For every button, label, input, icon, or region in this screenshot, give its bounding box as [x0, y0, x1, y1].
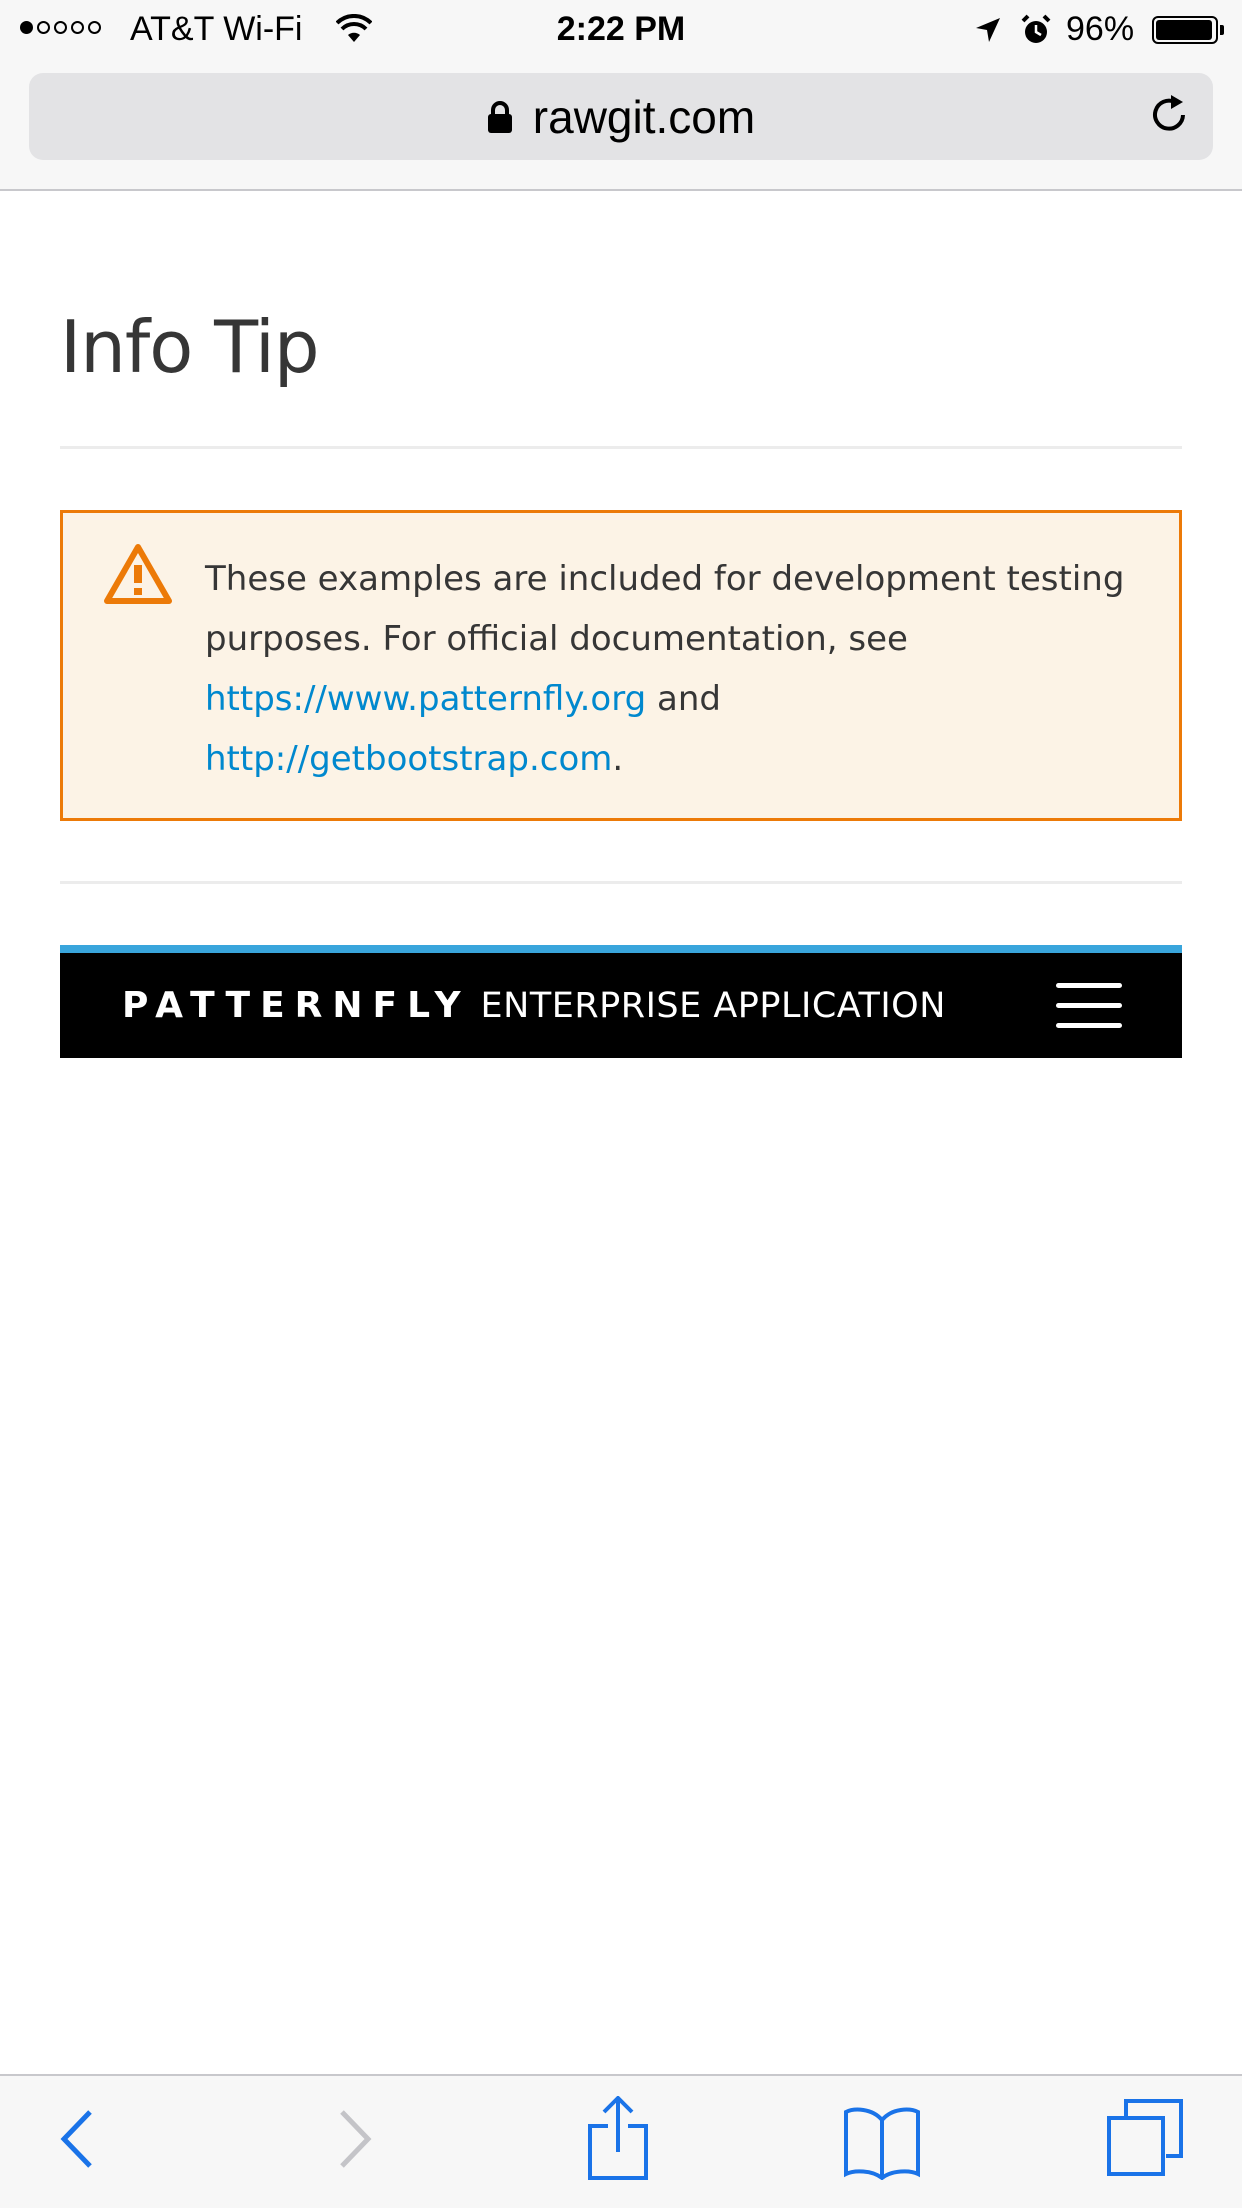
warning-alert: These examples are included for developm… — [60, 510, 1182, 821]
alert-text-after: . — [612, 739, 624, 779]
browser-chrome-top: AT&T Wi-Fi 2:22 PM 96% rawgit.com — [0, 0, 1242, 191]
tabs-button[interactable] — [1106, 2098, 1184, 2178]
brand-logo: PATTERNFLY — [122, 985, 471, 1026]
url-text: rawgit.com — [532, 90, 756, 143]
bookmarks-button[interactable] — [842, 2104, 922, 2180]
browser-toolbar — [0, 2074, 1242, 2208]
location-arrow-icon — [976, 18, 1000, 42]
hamburger-menu-icon[interactable] — [1056, 983, 1122, 1029]
bootstrap-link[interactable]: http://getbootstrap.com — [205, 739, 612, 779]
navbar-brand[interactable]: PATTERNFLY ENTERPRISE APPLICATION — [122, 953, 946, 1058]
address-bar[interactable]: rawgit.com — [29, 73, 1213, 160]
lock-icon — [487, 100, 512, 133]
battery-percentage: 96% — [1066, 10, 1135, 48]
alert-text-mid: and — [646, 679, 721, 719]
page-title: Info Tip — [60, 305, 320, 389]
battery-icon — [1152, 16, 1218, 44]
divider-top — [60, 446, 1182, 449]
back-button[interactable] — [58, 2104, 98, 2174]
battery-fill — [1156, 20, 1212, 40]
alert-message: These examples are included for developm… — [205, 549, 1155, 789]
alert-text-before: These examples are included for developm… — [205, 559, 1125, 659]
reload-icon[interactable] — [1149, 93, 1193, 139]
battery-nub — [1220, 25, 1224, 35]
brand-subtitle: ENTERPRISE APPLICATION — [480, 985, 946, 1026]
warning-triangle-icon — [104, 544, 172, 604]
forward-button[interactable] — [334, 2104, 374, 2174]
alarm-icon — [1021, 14, 1051, 43]
status-time: 2:22 PM — [556, 10, 686, 48]
status-bar: AT&T Wi-Fi 2:22 PM 96% — [0, 0, 1242, 60]
share-button[interactable] — [586, 2096, 650, 2182]
patternfly-link[interactable]: https://www.patternfly.org — [205, 679, 646, 719]
divider-bottom — [60, 881, 1182, 884]
patternfly-navbar: PATTERNFLY ENTERPRISE APPLICATION — [60, 945, 1182, 1058]
